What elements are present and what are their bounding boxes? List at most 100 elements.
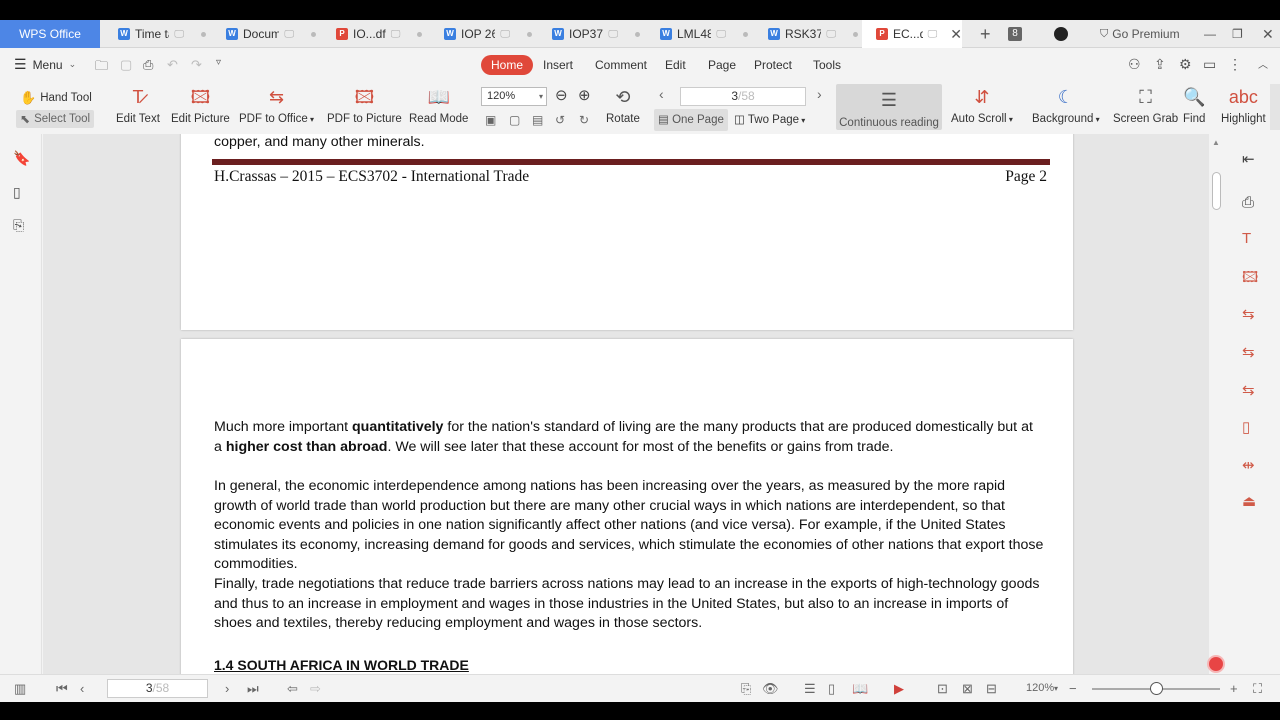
continuous-reading-button[interactable]: ☰ Continuous reading	[836, 84, 942, 130]
status-page-input[interactable]: 3/58	[107, 679, 208, 698]
ribbon-tab-page[interactable]: Page	[698, 55, 746, 75]
sidebar-toggle-icon[interactable]: ▥	[14, 681, 26, 697]
back-icon[interactable]: ⇦	[287, 681, 298, 697]
ribbon-tab-protect[interactable]: Protect	[744, 55, 802, 75]
bookmark-icon[interactable]: 🔖	[13, 150, 30, 167]
rotate-button[interactable]: ⟲ Rotate	[606, 84, 640, 125]
fit-width-icon[interactable]: ▤	[532, 113, 543, 127]
convert-word-icon[interactable]: ⇆	[1242, 305, 1255, 323]
page-number-input[interactable]: 3/58	[680, 87, 806, 106]
auto-scroll-button[interactable]: ⇵ Auto Scroll ▾	[951, 84, 1013, 125]
next-page-status-icon[interactable]: ›	[225, 681, 229, 696]
open-folder-icon[interactable]: 🗀	[95, 57, 108, 79]
edit-picture-button[interactable]: 🖾 Edit Picture	[171, 84, 230, 125]
convert-excel-icon[interactable]: ⇆	[1242, 343, 1255, 361]
thumbnails-icon[interactable]: ▯	[13, 184, 21, 201]
actual-size-icon[interactable]: ▣	[485, 113, 496, 127]
fit-height-status-icon[interactable]: ⊟	[986, 681, 997, 697]
document-tab[interactable]: W Time ta 🖵	[104, 20, 206, 48]
zoom-slider-knob[interactable]	[1150, 682, 1163, 695]
save-icon[interactable]: ▢	[120, 57, 132, 73]
play-slideshow-icon[interactable]: ▶	[894, 681, 904, 697]
eye-protection-icon[interactable]: 👁	[762, 681, 779, 697]
redo-icon[interactable]: ↷	[191, 57, 202, 73]
select-tool-button[interactable]: ⬉ Select Tool	[16, 110, 95, 128]
compress-icon[interactable]: ⏏	[1242, 492, 1256, 510]
collapse-ribbon-icon[interactable]: ︿	[1258, 56, 1268, 71]
new-tab-button[interactable]: +	[980, 20, 991, 48]
image-tool-icon[interactable]: 🖾	[1242, 267, 1258, 292]
book-view-icon[interactable]: 📖	[852, 681, 868, 697]
undo-icon[interactable]: ↶	[167, 57, 178, 73]
export-icon[interactable]: ⇪	[1154, 56, 1166, 73]
edit-text-button[interactable]: T̷ Edit Text	[116, 84, 160, 125]
document-tab[interactable]: W Document2 🖵	[212, 20, 316, 48]
close-window-button[interactable]: ✕	[1262, 20, 1274, 48]
read-mode-button[interactable]: 📖 Read Mode	[409, 84, 468, 125]
background-button[interactable]: ☾ Background ▾	[1032, 84, 1100, 125]
collapse-panel-icon[interactable]: ⇤	[1242, 150, 1255, 168]
zoom-in-icon[interactable]: ⊕	[578, 86, 591, 104]
vertical-scrollbar[interactable]: ▲	[1209, 134, 1225, 674]
ribbon-tab-comment[interactable]: Comment	[585, 55, 657, 75]
scroll-up-icon[interactable]: ▲	[1212, 138, 1220, 147]
split-merge-icon[interactable]: ⇹	[1242, 456, 1255, 474]
fit-width-status-icon[interactable]: ⊠	[962, 681, 973, 697]
ribbon-scroll-handle[interactable]	[1270, 84, 1280, 130]
continuous-view-icon[interactable]: ☰	[804, 681, 816, 697]
document-tab[interactable]: W RSK370 🖵	[754, 20, 858, 48]
screen-grab-button[interactable]: ⛶ Screen Grab	[1113, 84, 1178, 125]
prev-page-icon[interactable]: ‹	[659, 86, 664, 102]
two-page-button[interactable]: ◫ Two Page ▾	[730, 109, 809, 131]
document-tab[interactable]: W IOP370 🖵	[538, 20, 640, 48]
document-tab[interactable]: P IO...df 🖵	[322, 20, 424, 48]
one-page-button[interactable]: ▤ One Page	[654, 109, 728, 131]
ribbon-tab-insert[interactable]: Insert	[533, 55, 583, 75]
prev-page-status-icon[interactable]: ‹	[80, 681, 84, 696]
ribbon-tab-tools[interactable]: Tools	[803, 55, 851, 75]
document-tool-icon[interactable]: ▯	[1242, 418, 1250, 436]
export-image-icon[interactable]: ⎘	[741, 681, 751, 697]
single-page-view-icon[interactable]: ▯	[828, 681, 835, 697]
document-tab[interactable]: W IOP 260 🖵	[430, 20, 532, 48]
status-zoom-in-icon[interactable]: +	[1230, 681, 1238, 696]
main-menu-button[interactable]: ☰ Menu ⌄	[14, 56, 76, 73]
print-icon[interactable]: ⎙	[143, 57, 153, 73]
share-user-icon[interactable]: ⚇	[1128, 56, 1141, 73]
document-viewport[interactable]: copper, and many other minerals. H.Crass…	[43, 134, 1209, 674]
restore-button[interactable]: ❐	[1232, 20, 1243, 48]
next-page-icon[interactable]: ›	[817, 86, 822, 102]
settings-gear-icon[interactable]: ⚙	[1179, 56, 1192, 73]
close-tab-icon[interactable]: ✕	[950, 26, 962, 43]
account-avatar[interactable]	[1054, 20, 1068, 48]
comment-icon[interactable]: ▭	[1203, 56, 1216, 73]
find-button[interactable]: 🔍 Find	[1183, 84, 1205, 125]
text-tool-icon[interactable]: T	[1242, 230, 1251, 247]
window-count-badge[interactable]: 8	[1008, 20, 1022, 48]
last-page-icon[interactable]: ⏭	[247, 681, 259, 697]
annotations-icon[interactable]: ⎘	[13, 217, 24, 234]
zoom-select[interactable]: 120% ▾	[481, 87, 547, 106]
rotate-right-icon[interactable]: ↻	[579, 113, 589, 127]
print-icon[interactable]: ⎙	[1242, 194, 1254, 211]
ribbon-tab-home[interactable]: Home	[481, 55, 534, 75]
fit-page-icon[interactable]: ▢	[509, 113, 520, 127]
ribbon-tab-edit[interactable]: Edit	[655, 55, 696, 75]
scrollbar-thumb[interactable]	[1212, 172, 1221, 210]
document-tab[interactable]: P EC...df 🖵 ✕	[862, 20, 962, 48]
pdf-to-picture-button[interactable]: 🖾 PDF to Picture	[327, 84, 402, 125]
highlight-button[interactable]: abc Highlight	[1221, 84, 1266, 125]
status-zoom-label[interactable]: 120%	[1026, 682, 1054, 694]
convert-ppt-icon[interactable]: ⇆	[1242, 381, 1255, 399]
go-premium-button[interactable]: ⛉ Go Premium	[1100, 20, 1180, 48]
document-tab[interactable]: W LML480 🖵	[646, 20, 748, 48]
status-zoom-dropdown-icon[interactable]: ▾	[1054, 684, 1058, 693]
more-options-icon[interactable]: ⋮	[1228, 56, 1242, 73]
quick-access-dropdown-icon[interactable]: ▿	[216, 57, 221, 68]
forward-icon[interactable]: ⇨	[310, 681, 321, 697]
minimize-button[interactable]: —	[1204, 20, 1216, 48]
pdf-to-office-button[interactable]: ⇆ PDF to Office ▾	[239, 84, 314, 125]
status-zoom-out-icon[interactable]: −	[1069, 681, 1077, 696]
zoom-out-icon[interactable]: ⊖	[555, 86, 568, 104]
wps-home-tab[interactable]: WPS Office	[0, 20, 100, 48]
